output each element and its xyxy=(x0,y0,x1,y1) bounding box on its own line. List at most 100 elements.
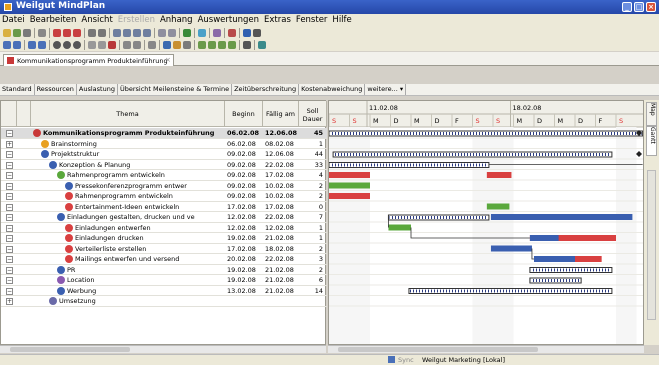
table-row[interactable]: − Entertainment-Ideen entwickeln 17.02.08 1… xyxy=(1,202,327,212)
task-due-date[interactable]: 12.06.08 xyxy=(265,128,299,138)
expand-toggle-icon[interactable]: + xyxy=(6,140,13,148)
expand-toggle-icon[interactable]: − xyxy=(6,172,13,179)
menu-auswertungen[interactable]: Auswertungen xyxy=(196,14,262,25)
view-tab-ressourcen[interactable]: Ressourcen xyxy=(35,84,77,95)
task-title[interactable]: Projektstruktur xyxy=(51,149,223,159)
table-row[interactable]: − Einladungen drucken 19.02.08 21.02.08 1 xyxy=(1,233,327,244)
undo-icon[interactable] xyxy=(28,41,36,49)
task-begin-date[interactable]: 17.02.08 xyxy=(227,202,261,212)
resource-icon[interactable] xyxy=(198,41,206,49)
expand-toggle-icon[interactable]: − xyxy=(6,193,13,200)
task-due-date[interactable]: 12.06.08 xyxy=(265,149,299,159)
task-begin-date[interactable]: 12.02.08 xyxy=(227,223,261,233)
pencil-icon[interactable] xyxy=(148,41,156,49)
help-icon[interactable] xyxy=(243,29,251,37)
task-title[interactable]: Konzeption & Planung xyxy=(59,160,223,170)
copy-icon[interactable] xyxy=(98,29,106,37)
list-icon[interactable] xyxy=(88,41,96,49)
expand-toggle-icon[interactable]: − xyxy=(6,214,13,221)
task-duration[interactable]: 0 xyxy=(301,202,323,212)
task-duration[interactable]: 44 xyxy=(301,149,323,159)
task-due-date[interactable]: 18.02.08 xyxy=(265,244,299,254)
view-tab-kostenabweichung[interactable]: Kostenabweichung xyxy=(299,84,366,95)
task-duration[interactable]: 33 xyxy=(301,160,323,170)
vertical-scrollbar[interactable] xyxy=(647,170,656,320)
open-icon[interactable] xyxy=(13,29,21,37)
menu-extras[interactable]: Extras xyxy=(262,14,294,25)
view-tab-weitere[interactable]: weitere... ▾ xyxy=(365,84,407,95)
maximize-button[interactable]: □ xyxy=(634,2,644,12)
task-begin-date[interactable]: 19.02.08 xyxy=(227,233,261,243)
expand-toggle-icon[interactable]: − xyxy=(6,245,13,253)
task-duration[interactable]: 1 xyxy=(301,223,323,233)
task-begin-date[interactable]: 09.02.08 xyxy=(227,191,261,201)
minimize-button[interactable]: _ xyxy=(622,2,632,12)
task-due-date[interactable]: 22.02.08 xyxy=(265,212,299,222)
task-begin-date[interactable]: 12.02.08 xyxy=(227,212,261,222)
resource-icon[interactable] xyxy=(228,41,236,49)
resource-icon[interactable] xyxy=(218,41,226,49)
task-duration[interactable]: 2 xyxy=(301,191,323,201)
header-faellig[interactable]: Fällig am xyxy=(263,101,299,127)
gantt-horizontal-scrollbar[interactable] xyxy=(328,345,644,353)
table-row[interactable]: − Mailings entwerfen und versend 20.02.08 2… xyxy=(1,254,327,265)
menu-bearbeiten[interactable]: Bearbeiten xyxy=(28,14,80,25)
task-title[interactable]: Entertainment-Ideen entwickeln xyxy=(75,202,223,212)
table-horizontal-scrollbar[interactable] xyxy=(0,345,326,353)
task-begin-date[interactable]: 09.02.08 xyxy=(227,181,261,191)
scroll-thumb[interactable] xyxy=(10,347,130,352)
task-duration[interactable]: 45 xyxy=(301,128,323,138)
task-begin-date[interactable]: 06.02.08 xyxy=(227,139,261,149)
task-title[interactable]: Pressekonferenzprogramm entwer xyxy=(75,181,223,191)
task-duration[interactable]: 4 xyxy=(301,170,323,180)
hash-icon[interactable] xyxy=(243,41,251,49)
lock-icon[interactable] xyxy=(173,41,181,49)
table-row[interactable]: − Projektstruktur 09.02.08 12.06.08 44 xyxy=(1,149,327,160)
menu-anhang[interactable]: Anhang xyxy=(158,14,196,25)
task-title[interactable]: Einladungen entwerfen xyxy=(75,223,223,233)
task-due-date[interactable]: 21.02.08 xyxy=(265,286,299,296)
task-title[interactable]: Verteilerliste erstellen xyxy=(75,244,223,254)
expand-toggle-icon[interactable]: + xyxy=(6,298,13,305)
table-row[interactable]: − Einladungen gestalten, drucken und ve 12… xyxy=(1,212,327,223)
header-thema[interactable]: Thema xyxy=(31,101,225,127)
flag-icon[interactable] xyxy=(183,29,191,37)
task-due-date[interactable]: 10.02.08 xyxy=(265,191,299,201)
view-tab-zeitueberschreitung[interactable]: Zeitüberschreitung xyxy=(232,84,300,95)
check-icon[interactable] xyxy=(98,41,106,49)
view-tab-uebersicht[interactable]: Übersicht Meilensteine & Termine xyxy=(118,84,233,95)
filter-funnel-icon[interactable] xyxy=(258,41,266,49)
forward-arrow-icon[interactable] xyxy=(13,41,21,49)
save-icon[interactable] xyxy=(23,29,31,37)
task-duration[interactable]: 1 xyxy=(301,233,323,243)
add-topic-icon[interactable] xyxy=(53,29,61,37)
menu-ansicht[interactable]: Ansicht xyxy=(79,14,115,25)
task-title[interactable]: Umsetzung xyxy=(59,296,223,306)
task-duration[interactable]: 1 xyxy=(301,139,323,149)
task-title[interactable]: Mailings entwerfen und versend xyxy=(75,254,223,264)
back-arrow-icon[interactable] xyxy=(3,41,11,49)
new-icon[interactable] xyxy=(3,29,11,37)
expand-icon[interactable] xyxy=(133,29,141,37)
task-title[interactable]: Werbung xyxy=(67,286,223,296)
task-title[interactable]: Rahmenprogramm entwickeln xyxy=(75,191,223,201)
link-icon[interactable] xyxy=(113,29,121,37)
task-duration[interactable]: 2 xyxy=(301,265,323,275)
pointer-help-icon[interactable] xyxy=(253,29,261,37)
table-row[interactable]: − Verteilerliste erstellen 17.02.08 18.02.0… xyxy=(1,244,327,254)
task-due-date[interactable]: 22.02.08 xyxy=(265,254,299,264)
side-tab-gantt[interactable]: Gantt xyxy=(646,126,657,156)
delete-icon[interactable] xyxy=(108,41,116,49)
task-title[interactable]: Rahmenprogramm entwickeln xyxy=(67,170,223,180)
expand-toggle-icon[interactable]: − xyxy=(6,203,13,211)
task-due-date[interactable]: 12.02.08 xyxy=(265,223,299,233)
task-due-date[interactable]: 17.02.08 xyxy=(265,202,299,212)
table-row[interactable]: − PR 19.02.08 21.02.08 2 xyxy=(1,265,327,275)
expand-toggle-icon[interactable]: − xyxy=(6,224,13,232)
redo-icon[interactable] xyxy=(38,41,46,49)
print-icon[interactable] xyxy=(38,29,46,37)
task-duration[interactable]: 2 xyxy=(301,181,323,191)
expand-toggle-icon[interactable]: − xyxy=(6,256,13,263)
document-tab[interactable]: Kommunikationsprogramm Produkteinführung… xyxy=(3,54,174,66)
task-title[interactable]: Einladungen gestalten, drucken und ve xyxy=(67,212,223,222)
